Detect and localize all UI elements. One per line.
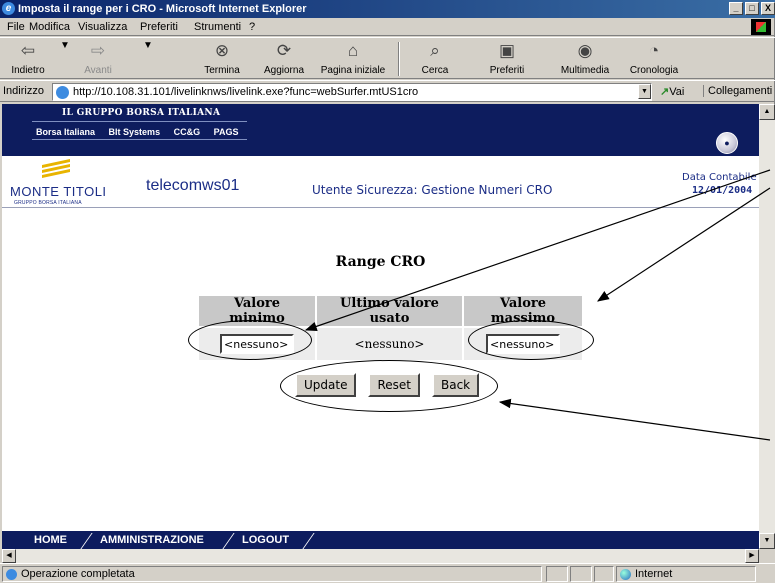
toolbar: ⇦ Indietro ▼ ⇨ Avanti ▼ ⊗ Termina ⟳ Aggi… [0,37,775,79]
browser-window: e Imposta il range per i CRO - Microsoft… [0,0,775,583]
status-cell [546,566,568,582]
favorites-icon: ▣ [498,41,516,60]
nav-ccg[interactable]: CC&G [174,127,201,137]
page-icon [56,86,69,99]
history-icon: ◔ [648,41,660,60]
maximize-button[interactable]: □ [745,2,759,15]
home-button[interactable]: ⌂ Pagina iniziale [316,40,390,76]
footer-home-link[interactable]: HOME [34,531,67,549]
divider [32,139,247,140]
status-cell [594,566,614,582]
title-bar: e Imposta il range per i CRO - Microsoft… [0,0,775,18]
home-icon: ⌂ [347,41,359,60]
security-zone: Internet [616,566,756,582]
vertical-scrollbar[interactable]: ▲ ▼ [759,104,775,549]
top-header: IL GRUPPO BORSA ITALIANA Borsa Italiana … [2,104,759,156]
toolbar-separator [398,42,400,76]
column-header: Ultimo valore usato [315,294,464,328]
forward-arrow-icon: ⇨ [90,41,106,60]
address-url: http://10.108.31.101/livelinknws/livelin… [73,86,419,98]
group-label: IL GRUPPO BORSA ITALIANA [62,108,221,118]
nav-pags[interactable]: PAGS [214,127,239,137]
back-button[interactable]: ⇦ Indietro [6,40,50,76]
page-content: IL GRUPPO BORSA ITALIANA Borsa Italiana … [2,104,759,549]
divider [32,121,247,122]
close-button[interactable]: X [761,2,775,15]
search-button[interactable]: ⌕ Cerca [410,40,460,76]
zone-label: Internet [635,568,673,580]
divider [302,533,315,549]
brand-subtitle: GRUPPO BORSA ITALIANA [14,200,82,206]
menu-help[interactable]: ? [249,21,255,33]
menu-preferiti[interactable]: Preferiti [140,21,178,33]
menu-strumenti[interactable]: Strumenti [194,21,241,33]
stop-button[interactable]: ⊗ Termina [196,40,248,76]
favorites-button[interactable]: ▣ Preferiti [474,40,540,76]
address-bar: Indirizzo http://10.108.31.101/livelinkn… [0,80,775,102]
scroll-right-icon[interactable]: ▶ [745,549,759,563]
workstation-name: telecomws01 [146,177,240,194]
minimize-button[interactable]: _ [729,2,743,15]
globe-icon [620,569,631,580]
horizontal-scrollbar[interactable]: ◀ ▶ [2,549,759,563]
footer-admin-link[interactable]: AMMINISTRAZIONE [100,531,204,549]
brand-name: MONTE TITOLI [10,184,107,199]
scroll-down-icon[interactable]: ▼ [759,533,775,549]
annotation-oval [468,320,594,360]
address-field[interactable]: http://10.108.31.101/livelinknws/livelin… [52,83,652,101]
annotation-oval [280,360,498,412]
windows-logo-icon [751,19,771,35]
menu-bar: File Modifica Visualizza Preferiti Strum… [0,18,775,36]
scroll-corner [759,549,775,563]
back-arrow-icon: ⇦ [20,41,36,60]
menu-visualizza[interactable]: Visualizza [78,21,127,33]
date-label: Data Contabile [682,172,757,183]
divider [80,533,93,549]
form-title: Range CRO [335,254,426,270]
footer-logout-link[interactable]: LOGOUT [242,531,289,549]
media-icon: ◉ [577,41,593,60]
status-text-panel: Operazione completata [2,566,542,582]
scroll-left-icon[interactable]: ◀ [2,549,16,563]
address-dropdown-icon[interactable]: ▼ [638,84,651,99]
divider [222,533,235,549]
forward-dropdown-icon[interactable]: ▼ [143,40,153,51]
history-button[interactable]: ◔ Cronologia [622,40,686,76]
go-arrow-icon: ↗ [660,86,670,98]
annotation-oval [188,320,312,360]
status-text: Operazione completata [21,568,135,580]
globe-button-icon[interactable]: ● [716,132,738,154]
window-title: Imposta il range per i CRO - Microsoft I… [18,3,307,15]
status-bar: Operazione completata Internet [0,563,775,583]
address-label: Indirizzo [3,85,44,97]
group-nav: Borsa Italiana Blt Systems CC&G PAGS [36,127,249,137]
go-button[interactable]: ↗Vai [660,85,684,98]
stop-icon: ⊗ [214,41,230,60]
media-button[interactable]: ◉ Multimedia [553,40,617,76]
refresh-button[interactable]: ⟳ Aggiorna [258,40,310,76]
page-subtitle: Utente Sicurezza: Gestione Numeri CRO [312,183,553,197]
date-value: 12/01/2004 [692,185,753,196]
search-icon: ⌕ [430,41,440,60]
monte-titoli-logo-icon [42,159,70,180]
last-used-value: <nessuno> [315,326,464,362]
scroll-up-icon[interactable]: ▲ [759,104,775,120]
links-button[interactable]: Collegamenti [703,85,772,97]
menu-file[interactable]: File [7,21,25,33]
back-dropdown-icon[interactable]: ▼ [60,40,70,51]
nav-blt-systems[interactable]: Blt Systems [109,127,161,137]
ie-icon: e [2,2,15,15]
forward-button[interactable]: ⇨ Avanti [76,40,120,76]
page-icon [6,569,17,580]
nav-borsa-italiana[interactable]: Borsa Italiana [36,127,95,137]
brand-header: MONTE TITOLI GRUPPO BORSA ITALIANA telec… [2,156,759,208]
status-cell [570,566,592,582]
footer-nav: HOME AMMINISTRAZIONE LOGOUT [2,531,759,549]
menu-modifica[interactable]: Modifica [29,21,70,33]
refresh-icon: ⟳ [276,41,292,60]
